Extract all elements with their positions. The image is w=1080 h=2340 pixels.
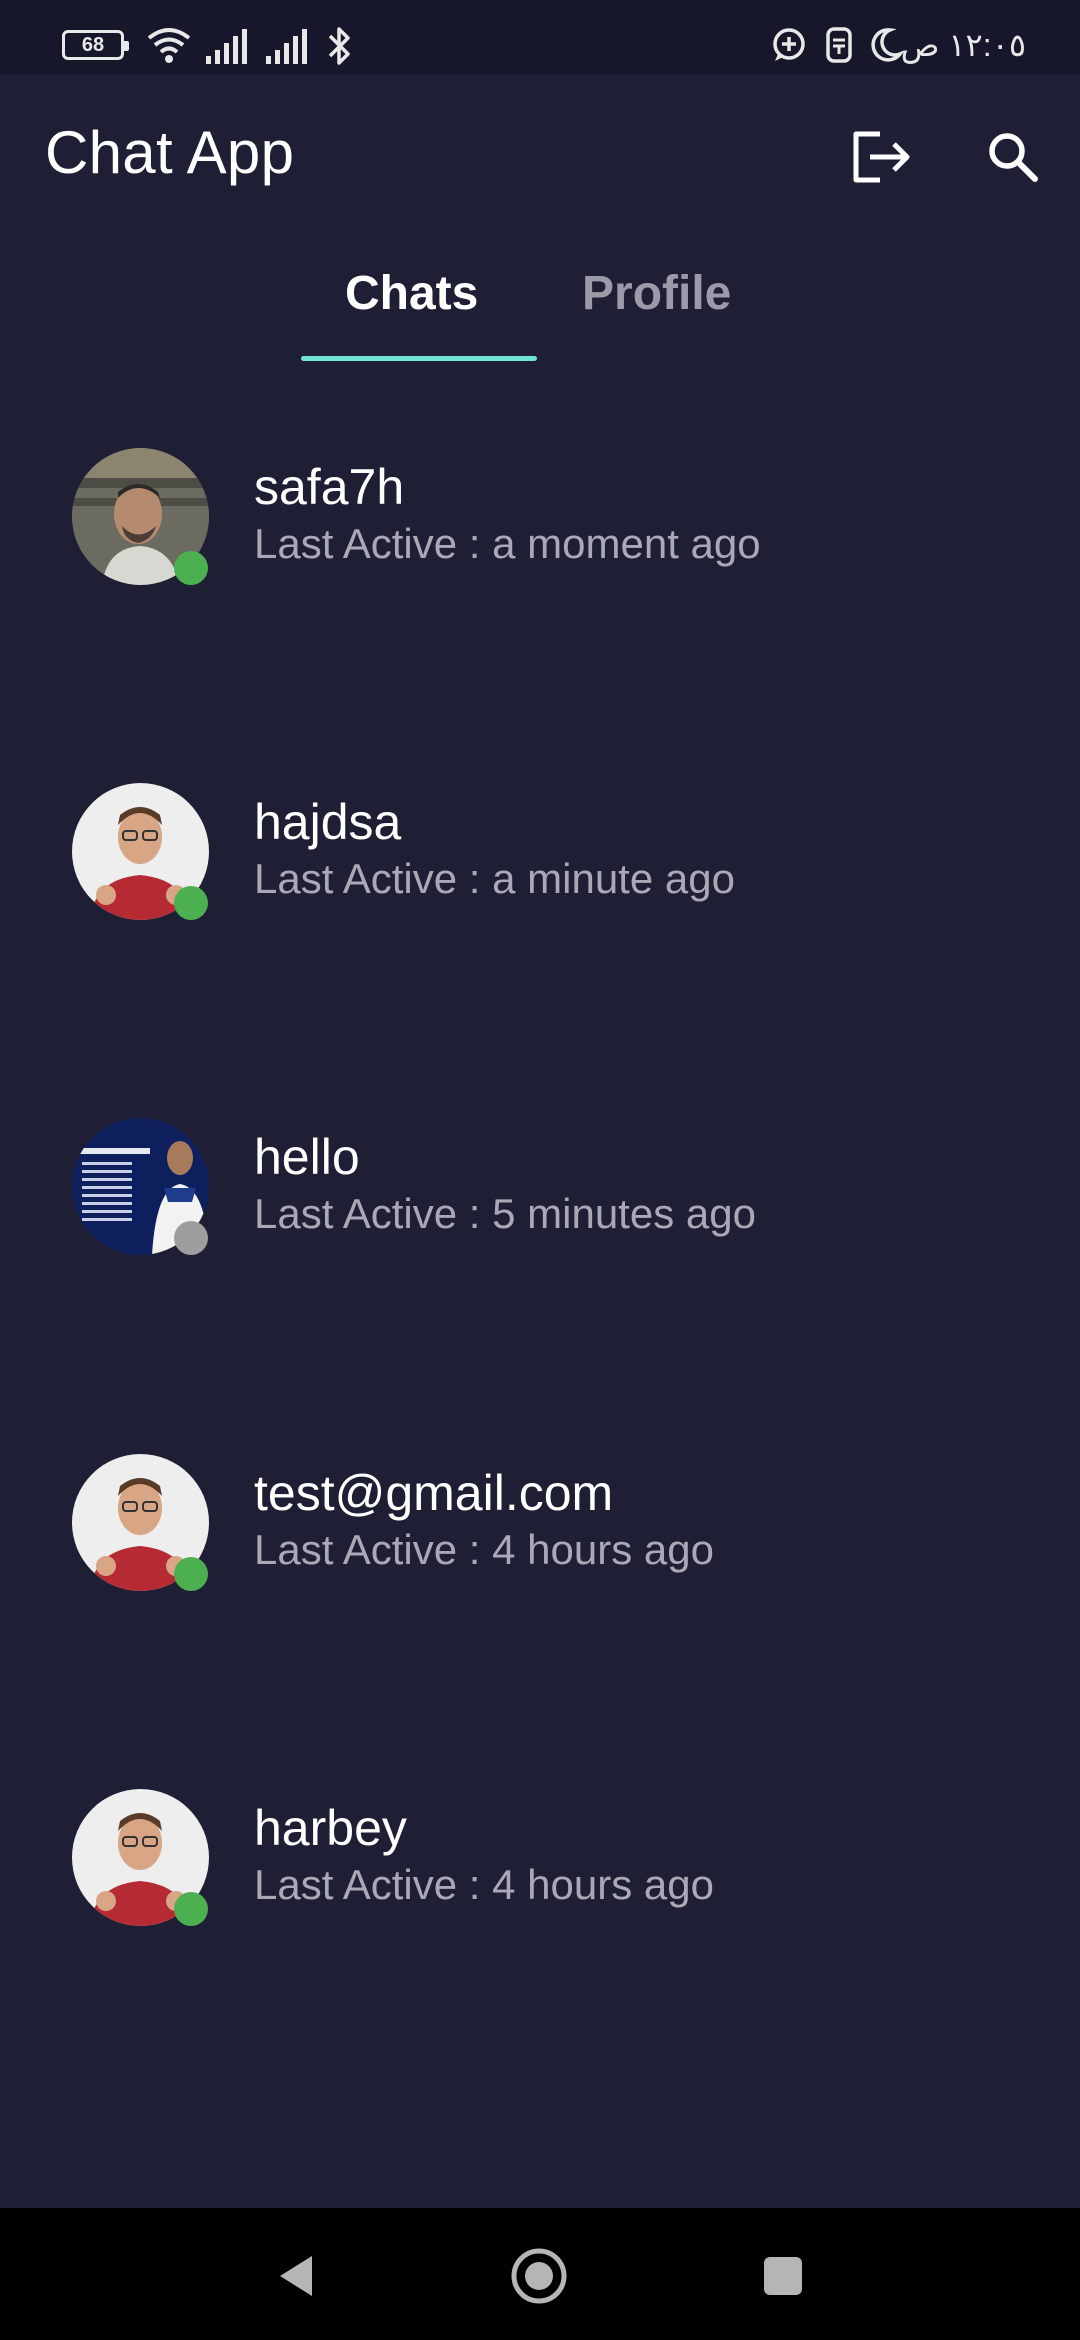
- offline-status-dot: [174, 1221, 208, 1255]
- back-button[interactable]: [266, 2246, 326, 2306]
- chat-item[interactable]: hello Last Active : 5 minutes ago: [0, 1118, 1080, 1318]
- status-time: ١٢:٠٥ ص: [900, 27, 1026, 63]
- tab-bar: Chats Profile: [0, 224, 1080, 364]
- status-bar: 68 ١٢:٠٥ ص: [0, 0, 1080, 74]
- app-bar: Chat App: [0, 74, 1080, 224]
- back-icon: [280, 2256, 312, 2296]
- chat-item[interactable]: harbey Last Active : 4 hours ago: [0, 1789, 1080, 1989]
- online-status-dot: [174, 551, 208, 585]
- chat-name: hello: [254, 1129, 360, 1185]
- online-status-dot: [174, 1892, 208, 1926]
- signal-icon: [266, 29, 307, 64]
- recents-button[interactable]: [753, 2246, 813, 2306]
- app-title: Chat App: [45, 119, 295, 186]
- tab-chats[interactable]: Chats: [345, 266, 478, 321]
- home-icon: [511, 2248, 567, 2304]
- chat-item[interactable]: safa7h Last Active : a moment ago: [0, 448, 1080, 648]
- home-button[interactable]: [509, 2246, 569, 2306]
- chat-item[interactable]: hajdsa Last Active : a minute ago: [0, 783, 1080, 983]
- system-navigation-bar: [0, 2208, 1080, 2340]
- search-button[interactable]: [978, 122, 1048, 192]
- logout-icon: [853, 131, 910, 183]
- sim-icon: [826, 27, 852, 63]
- battery-icon: 68: [62, 30, 129, 60]
- chat-item[interactable]: test@gmail.com Last Active : 4 hours ago: [0, 1454, 1080, 1654]
- last-active-text: Last Active : 4 hours ago: [254, 1526, 714, 1573]
- last-active-text: Last Active : 5 minutes ago: [254, 1190, 756, 1237]
- chat-name: safa7h: [254, 459, 405, 515]
- online-status-dot: [174, 1557, 208, 1591]
- tab-profile[interactable]: Profile: [582, 266, 731, 321]
- chat-name: hajdsa: [254, 794, 402, 850]
- signal-icon: [206, 29, 247, 64]
- tab-indicator: [301, 356, 537, 361]
- recents-icon: [764, 2257, 802, 2295]
- wifi-icon: [147, 28, 191, 63]
- logout-button[interactable]: [846, 122, 916, 192]
- message-add-icon: [773, 28, 805, 61]
- last-active-text: Last Active : 4 hours ago: [254, 1861, 714, 1908]
- search-icon: [989, 133, 1038, 182]
- moon-icon: [871, 28, 904, 62]
- battery-level: 68: [81, 33, 105, 56]
- online-status-dot: [174, 886, 208, 920]
- last-active-text: Last Active : a minute ago: [254, 855, 735, 902]
- bluetooth-icon: [328, 27, 350, 65]
- chat-name: harbey: [254, 1800, 407, 1856]
- chat-name: test@gmail.com: [254, 1465, 614, 1521]
- last-active-text: Last Active : a moment ago: [254, 520, 761, 567]
